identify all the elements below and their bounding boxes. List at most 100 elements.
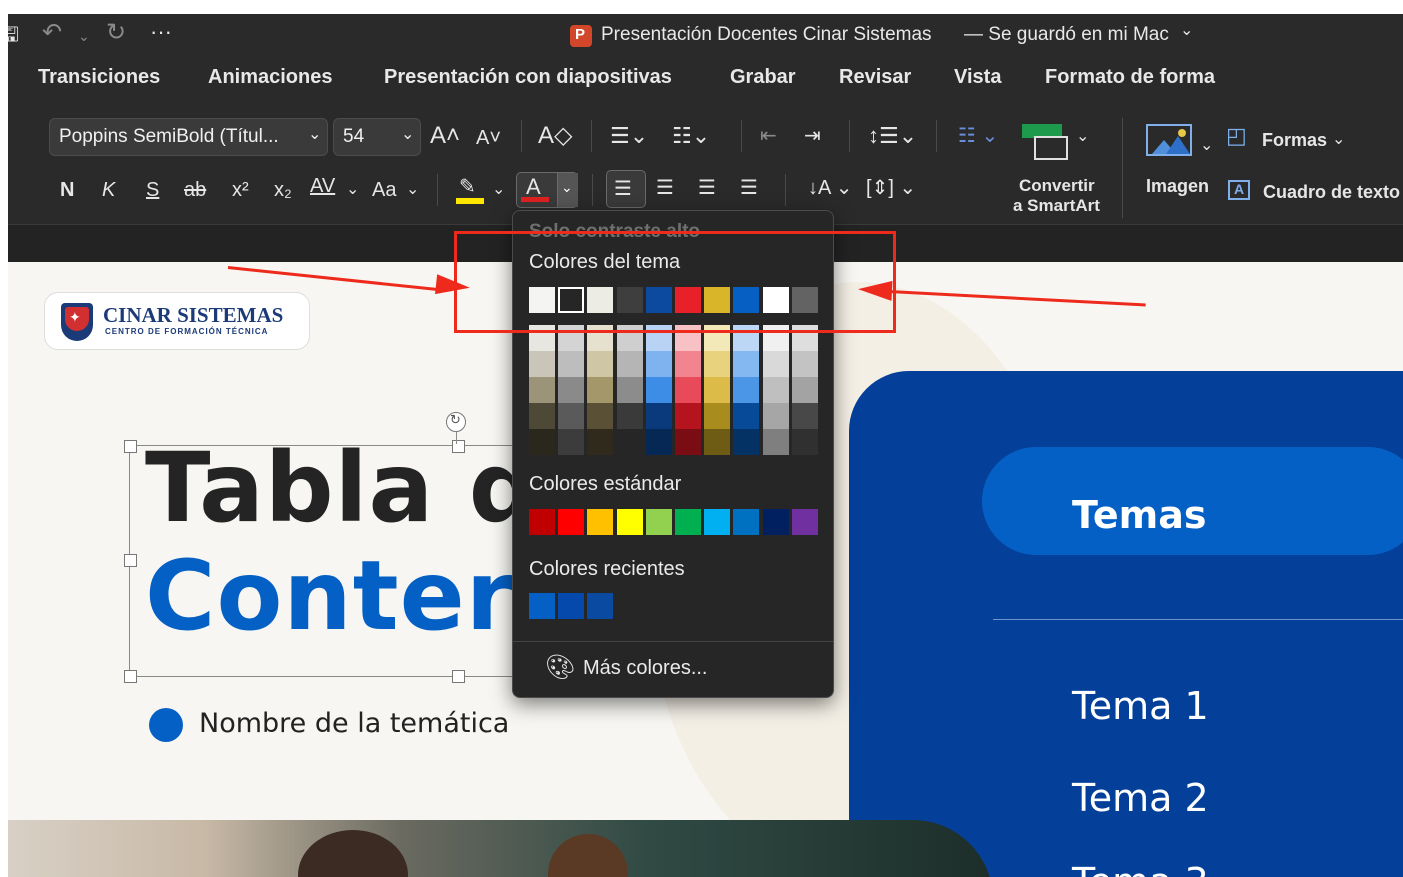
theme-shade-swatch[interactable] — [704, 429, 731, 455]
theme-shade-swatch[interactable] — [645, 351, 672, 377]
decrease-indent-icon[interactable]: ⇤ — [760, 124, 777, 148]
recent-color-swatch[interactable] — [558, 593, 585, 619]
theme-shade-swatch[interactable] — [616, 403, 643, 429]
font-color-button[interactable]: A ⌄ — [516, 172, 578, 208]
theme-shade-swatch[interactable] — [675, 377, 701, 403]
italic-button[interactable]: K — [102, 178, 115, 202]
resize-handle[interactable] — [452, 670, 465, 683]
standard-color-swatch[interactable] — [791, 509, 818, 535]
highlight-color-button[interactable]: ✎ — [456, 174, 484, 204]
theme-shade-swatch[interactable] — [762, 377, 789, 403]
superscript-button[interactable]: x² — [232, 178, 249, 202]
align-left-button[interactable]: ☰ — [606, 170, 646, 208]
standard-color-swatch[interactable] — [587, 509, 614, 535]
theme-shade-swatch[interactable] — [733, 429, 760, 455]
align-center-icon[interactable]: ☰ — [656, 176, 674, 200]
resize-handle[interactable] — [124, 554, 137, 567]
textbox-icon[interactable]: A — [1228, 180, 1250, 200]
tema-2[interactable]: Tema 2 — [1072, 776, 1209, 820]
theme-shade-swatch[interactable] — [529, 403, 555, 429]
theme-shade-swatch[interactable] — [675, 403, 701, 429]
recent-color-swatch[interactable] — [587, 593, 614, 619]
theme-shade-swatch[interactable] — [791, 351, 818, 377]
standard-color-swatch[interactable] — [616, 509, 643, 535]
theme-shade-swatch[interactable] — [558, 351, 585, 377]
case-chevron-icon[interactable]: ⌄ — [406, 178, 419, 202]
theme-shade-swatch[interactable] — [616, 377, 643, 403]
smartart-icon[interactable]: ⌄ — [1022, 122, 1089, 160]
resize-handle[interactable] — [452, 440, 465, 453]
theme-shade-swatch[interactable] — [529, 351, 555, 377]
undo-chevron-icon[interactable]: ⌄ — [78, 26, 90, 46]
theme-shade-swatch[interactable] — [733, 403, 760, 429]
standard-color-swatch[interactable] — [733, 509, 760, 535]
undo-icon[interactable]: ↶ — [42, 21, 62, 45]
textbox-label[interactable]: Cuadro de texto — [1263, 180, 1400, 204]
resize-handle[interactable] — [124, 440, 137, 453]
tab-animaciones[interactable]: Animaciones — [208, 66, 332, 89]
tab-formato-forma[interactable]: Formato de forma — [1045, 66, 1215, 89]
theme-shade-swatch[interactable] — [704, 377, 731, 403]
standard-color-swatch[interactable] — [704, 509, 731, 535]
image-icon[interactable] — [1146, 124, 1192, 156]
align-right-icon[interactable]: ☰ — [698, 176, 716, 200]
subscript-button[interactable]: x₂ — [274, 178, 292, 202]
theme-shade-swatch[interactable] — [587, 403, 614, 429]
spacing-chevron-icon[interactable]: ⌄ — [346, 178, 359, 202]
underline-button[interactable]: S — [146, 178, 159, 202]
image-label[interactable]: Imagen — [1146, 174, 1209, 198]
rotate-handle-icon[interactable]: ↻ — [446, 412, 466, 432]
numbering-icon[interactable]: ☷⌄ — [672, 124, 710, 148]
shapes-icon[interactable]: ◰ — [1226, 124, 1247, 148]
standard-color-swatch[interactable] — [529, 509, 555, 535]
theme-shade-swatch[interactable] — [791, 429, 818, 455]
strikethrough-button[interactable]: ab — [184, 178, 206, 202]
font-size-select[interactable]: 54 ⌄ — [333, 118, 421, 156]
standard-color-swatch[interactable] — [558, 509, 585, 535]
theme-shade-swatch[interactable] — [616, 351, 643, 377]
theme-shade-swatch[interactable] — [529, 429, 555, 455]
standard-color-swatch[interactable] — [645, 509, 672, 535]
clear-format-icon[interactable]: A◇ — [538, 124, 572, 148]
redo-icon[interactable]: ↻ — [106, 21, 126, 45]
theme-shade-swatch[interactable] — [733, 377, 760, 403]
image-chevron-icon[interactable]: ⌄ — [1200, 134, 1213, 158]
theme-shade-swatch[interactable] — [791, 377, 818, 403]
highlight-chevron-icon[interactable]: ⌄ — [492, 178, 505, 202]
theme-shade-swatch[interactable] — [733, 351, 760, 377]
standard-color-swatch[interactable] — [675, 509, 701, 535]
theme-shade-swatch[interactable] — [558, 377, 585, 403]
slide-subtitle[interactable]: Nombre de la temática — [199, 708, 509, 739]
theme-shade-swatch[interactable] — [587, 377, 614, 403]
theme-shade-swatch[interactable] — [762, 351, 789, 377]
tab-presentacion[interactable]: Presentación con diapositivas — [384, 66, 672, 89]
theme-shade-swatch[interactable] — [762, 403, 789, 429]
theme-shade-swatch[interactable] — [645, 403, 672, 429]
theme-shade-swatch[interactable] — [529, 377, 555, 403]
theme-shade-swatch[interactable] — [645, 429, 672, 455]
theme-shade-swatch[interactable] — [558, 403, 585, 429]
theme-shade-swatch[interactable] — [675, 351, 701, 377]
columns-icon[interactable]: ☷ ⌄ — [958, 124, 998, 148]
font-color-chevron-icon[interactable]: ⌄ — [561, 179, 573, 196]
theme-shade-swatch[interactable] — [587, 351, 614, 377]
tab-vista[interactable]: Vista — [954, 66, 1001, 89]
tab-revisar[interactable]: Revisar — [839, 66, 911, 89]
tema-1[interactable]: Tema 1 — [1072, 684, 1209, 728]
title-chevron-icon[interactable]: ⌄ — [1180, 20, 1193, 40]
align-text-icon[interactable]: [⇕] ⌄ — [866, 176, 916, 200]
tema-3[interactable]: Tema 3 — [1072, 860, 1209, 877]
change-case-button[interactable]: Aa — [372, 178, 396, 202]
convert-smartart-label2[interactable]: a SmartArt — [1013, 194, 1100, 218]
theme-shade-swatch[interactable] — [645, 377, 672, 403]
tab-grabar[interactable]: Grabar — [730, 66, 796, 89]
shapes-label[interactable]: Formas — [1262, 128, 1327, 152]
theme-shade-swatch[interactable] — [558, 429, 585, 455]
save-status[interactable]: — Se guardó en mi Mac — [964, 24, 1169, 46]
selection-box[interactable] — [124, 440, 531, 683]
more-colors-button[interactable]: 🎨︎ Más colores... — [545, 651, 815, 687]
shapes-chevron-icon[interactable]: ⌄ — [1332, 128, 1345, 152]
shrink-font-icon[interactable]: A˅ — [476, 126, 501, 150]
tab-transiciones[interactable]: Transiciones — [38, 66, 160, 89]
theme-shade-swatch[interactable] — [675, 429, 701, 455]
